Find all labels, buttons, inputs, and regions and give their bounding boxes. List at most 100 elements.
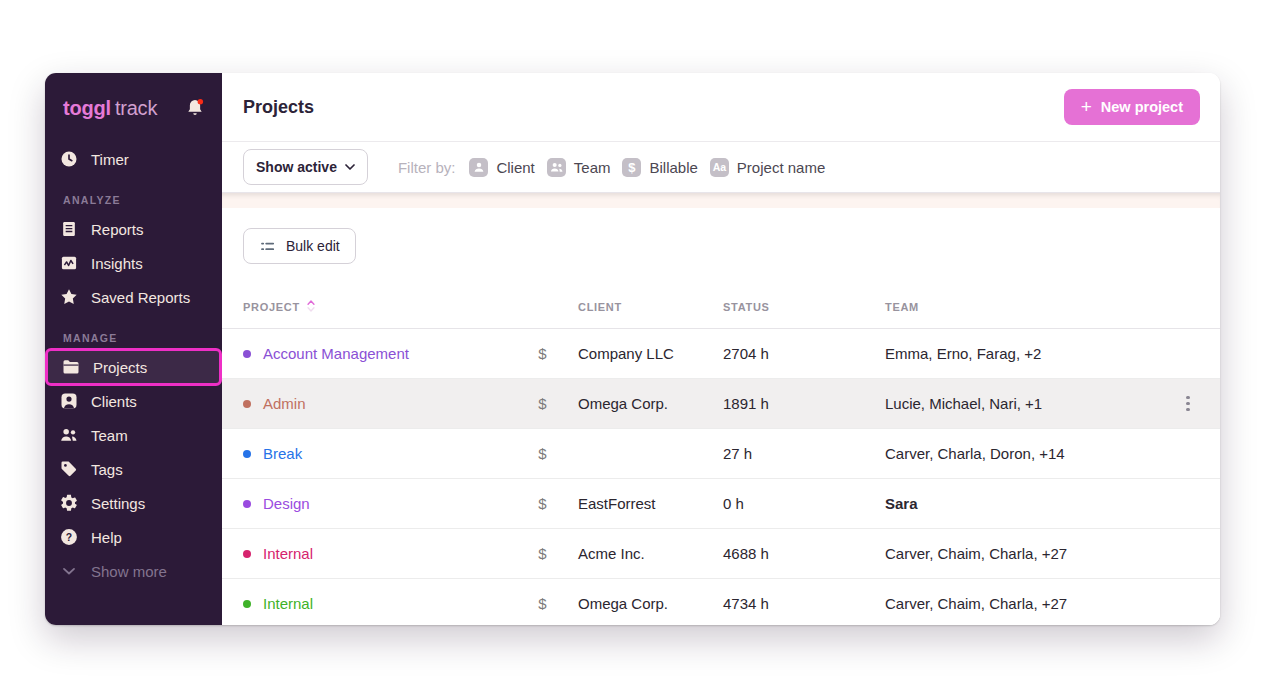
status-cell: 27 h xyxy=(723,445,885,462)
table-header: PROJECT CLIENTSTATUSTEAM xyxy=(222,286,1220,329)
filter-chip-client[interactable]: Client xyxy=(469,158,534,177)
team-cell: Lucie, Michael, Nari, +1 xyxy=(885,395,1174,412)
star-icon xyxy=(58,286,80,308)
folder-icon xyxy=(60,356,82,378)
scroll-shadow-band xyxy=(222,193,1220,208)
sidebar-show-more[interactable]: Show more xyxy=(45,554,222,588)
project-name-link[interactable]: Design xyxy=(243,495,521,512)
project-row-design[interactable]: Design$ EastForrest0 hSara xyxy=(222,479,1220,529)
sidebar-item-label: Settings xyxy=(91,495,145,512)
project-name-link[interactable]: Internal xyxy=(243,595,521,612)
bulk-edit-button[interactable]: Bulk edit xyxy=(243,228,356,264)
project-color-dot xyxy=(243,450,251,458)
team-cell: Emma, Erno, Farag, +2 xyxy=(885,345,1174,362)
sidebar-item-label: Tags xyxy=(91,461,123,478)
filter-chip-label: Billable xyxy=(649,159,697,176)
show-active-dropdown[interactable]: Show active xyxy=(243,149,368,185)
sidebar-item-label: Saved Reports xyxy=(91,289,190,306)
project-color-dot xyxy=(243,350,251,358)
client-filter-icon xyxy=(469,158,488,177)
client-cell: EastForrest xyxy=(578,495,723,512)
filter-chip-billable[interactable]: $ Billable xyxy=(622,158,697,177)
billable-filter-icon: $ xyxy=(622,158,641,177)
team-filter-icon xyxy=(547,158,566,177)
project-color-dot xyxy=(243,550,251,558)
team-cell: Carver, Chaim, Charla, +27 xyxy=(885,545,1174,562)
project-row-account-management[interactable]: Account Management$Company LLC2704 hEmma… xyxy=(222,329,1220,379)
column-header-client[interactable]: CLIENT xyxy=(578,301,723,313)
client-cell: Company LLC xyxy=(578,345,723,362)
client-cell: Omega Corp. xyxy=(578,395,723,412)
project-name-link[interactable]: Internal xyxy=(243,545,521,562)
sidebar-item-insights[interactable]: Insights xyxy=(45,246,222,280)
page-title: Projects xyxy=(243,97,314,118)
sidebar-item-help[interactable]: ? Help xyxy=(45,520,222,554)
project-color-dot xyxy=(243,500,251,508)
status-cell: 1891 h xyxy=(723,395,885,412)
billable-icon: $ xyxy=(521,395,564,412)
team-cell: Sara xyxy=(885,495,1174,512)
toggl-logo[interactable]: toggltrack xyxy=(63,97,157,120)
project-name-link[interactable]: Admin xyxy=(243,395,521,412)
client-cell: Omega Corp. xyxy=(578,595,723,612)
notification-bell-icon[interactable] xyxy=(184,97,206,119)
help-icon: ? xyxy=(58,526,80,548)
project-row-internal[interactable]: Internal$Acme Inc.4688 hCarver, Chaim, C… xyxy=(222,529,1220,579)
client-icon xyxy=(58,390,80,412)
filter-chip-label: Client xyxy=(496,159,534,176)
sidebar-item-saved-reports[interactable]: Saved Reports xyxy=(45,280,222,314)
plus-icon: + xyxy=(1081,97,1092,116)
sidebar-nav: TimerANALYZEReportsInsightsSaved Reports… xyxy=(45,129,222,588)
sidebar-item-timer[interactable]: Timer xyxy=(45,142,222,176)
svg-text:?: ? xyxy=(66,532,72,543)
filter-chips: Client Team $ Billable Aa Project name xyxy=(469,158,825,177)
chevron-down-icon xyxy=(345,164,355,170)
sidebar-item-label: Help xyxy=(91,529,122,546)
status-cell: 4734 h xyxy=(723,595,885,612)
billable-icon: $ xyxy=(521,545,564,562)
sidebar-item-team[interactable]: Team xyxy=(45,418,222,452)
billable-icon: $ xyxy=(521,445,564,462)
projects-content: Bulk edit PROJECT CLIENTSTATUSTEAM Accoun… xyxy=(222,208,1220,625)
billable-icon: $ xyxy=(521,495,564,512)
sidebar-item-label: Team xyxy=(91,427,128,444)
team-cell: Carver, Chaim, Charla, +27 xyxy=(885,595,1174,612)
project-row-admin[interactable]: Admin$ Omega Corp.1891 hLucie, Michael, N… xyxy=(222,379,1220,429)
project-name-filter-icon: Aa xyxy=(710,158,729,177)
sort-icon xyxy=(307,300,315,314)
billable-icon: $ xyxy=(521,595,564,612)
status-cell: 4688 h xyxy=(723,545,885,562)
sidebar-section-manage: MANAGE xyxy=(45,320,222,350)
project-name-link[interactable]: Break xyxy=(243,445,521,462)
sidebar-item-label: Clients xyxy=(91,393,137,410)
sidebar-item-tags[interactable]: Tags xyxy=(45,452,222,486)
chevron-down-icon xyxy=(58,560,80,582)
app-window: toggltrack TimerANALYZEReportsInsightsSa… xyxy=(45,73,1220,625)
main-area: Projects + New project Show active Filte… xyxy=(222,73,1220,625)
status-cell: 2704 h xyxy=(723,345,885,362)
clock-icon xyxy=(58,148,80,170)
project-name-link[interactable]: Account Management xyxy=(243,345,521,362)
filter-chip-label: Team xyxy=(574,159,611,176)
column-header-status[interactable]: STATUS xyxy=(723,301,885,313)
table-body: Account Management $ Company LLC2704 hEmma… xyxy=(222,329,1220,625)
filter-by-label: Filter by: xyxy=(398,159,456,176)
project-row-break[interactable]: Break$27 hCarver, Charla, Doron, +14 xyxy=(222,429,1220,479)
team-icon xyxy=(58,424,80,446)
column-header-team[interactable]: TEAM xyxy=(885,301,1174,313)
sidebar-item-projects[interactable]: Projects xyxy=(47,350,220,384)
logo-toggl: toggl xyxy=(63,97,111,119)
project-row-internal[interactable]: Internal$ Omega Corp.4734 hCarver, Chaim,… xyxy=(222,579,1220,625)
sidebar-item-settings[interactable]: Settings xyxy=(45,486,222,520)
sidebar-item-reports[interactable]: Reports xyxy=(45,212,222,246)
status-cell: 0 h xyxy=(723,495,885,512)
filter-chip-label: Project name xyxy=(737,159,825,176)
sidebar-item-clients[interactable]: Clients xyxy=(45,384,222,418)
filter-chip-team[interactable]: Team xyxy=(547,158,611,177)
project-color-dot xyxy=(243,400,251,408)
row-menu-button[interactable] xyxy=(1174,396,1202,412)
filter-chip-project-name[interactable]: Aa Project name xyxy=(710,158,825,177)
new-project-button[interactable]: + New project xyxy=(1064,89,1200,125)
column-header-project[interactable]: PROJECT xyxy=(243,300,521,314)
sidebar-item-label: Show more xyxy=(91,563,167,580)
